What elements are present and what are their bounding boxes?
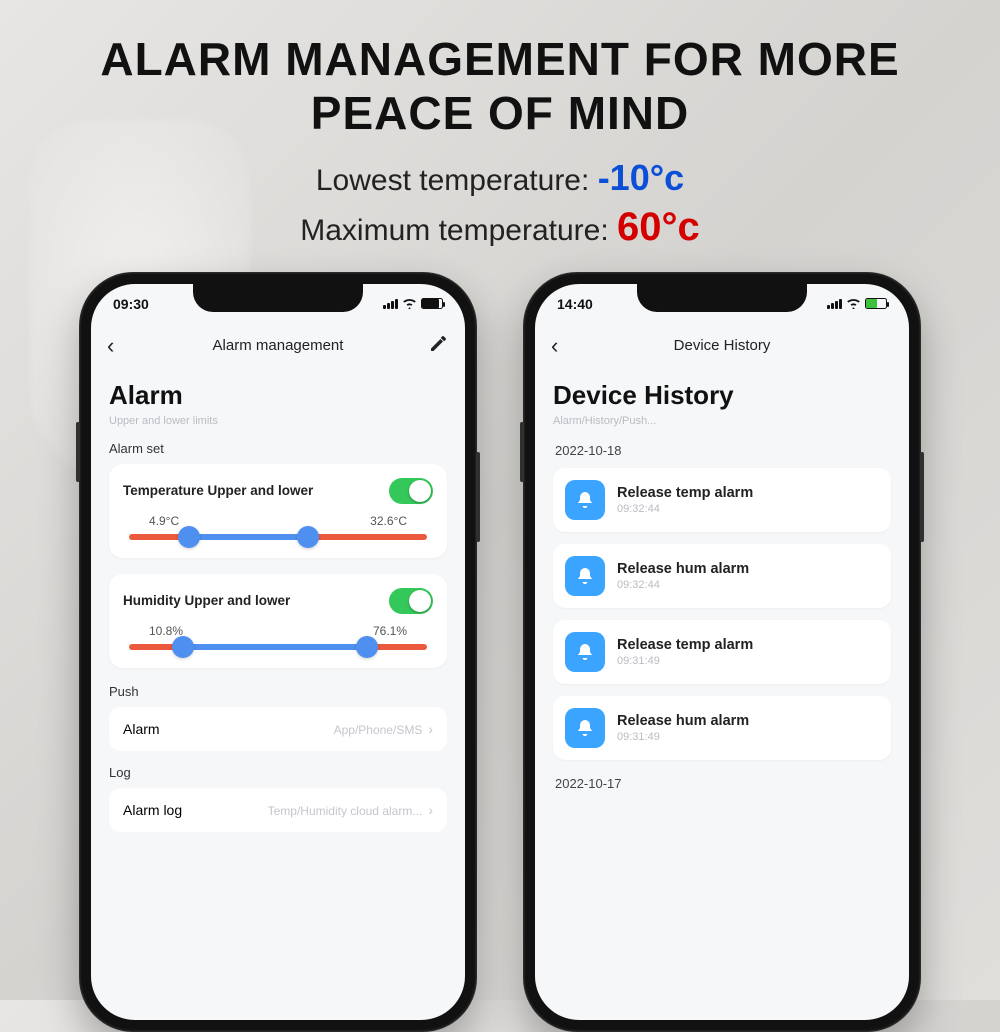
push-row-hint: App/Phone/SMS — [334, 723, 423, 737]
screen-title: Alarm — [109, 380, 447, 411]
history-item[interactable]: Release hum alarm 09:32:44 — [553, 544, 891, 608]
date-label: 2022-10-18 — [555, 443, 889, 458]
nav-title: Device History — [674, 337, 771, 354]
bell-icon — [565, 556, 605, 596]
status-time: 09:30 — [113, 296, 149, 312]
chevron-right-icon: › — [428, 721, 433, 737]
phone-history: 14:40 ‹ Device History Device History Al… — [523, 272, 921, 1032]
temp-thumb-low[interactable] — [178, 526, 200, 548]
wifi-icon — [846, 298, 861, 309]
history-item[interactable]: Release temp alarm 09:32:44 — [553, 468, 891, 532]
max-temp-label: Maximum temperature: — [300, 214, 608, 247]
phone-alarm: 09:30 ‹ Alarm management Alarm Upper and… — [79, 272, 477, 1032]
log-row-hint: Temp/Humidity cloud alarm... — [268, 804, 423, 818]
history-title: Release temp alarm — [617, 637, 753, 653]
chevron-right-icon: › — [428, 802, 433, 818]
temp-range-slider[interactable] — [129, 534, 427, 540]
notch — [637, 284, 807, 312]
wifi-icon — [402, 298, 417, 309]
max-temp-value: 60°c — [617, 205, 700, 249]
edit-icon[interactable] — [429, 335, 447, 357]
history-title: Release hum alarm — [617, 713, 749, 729]
push-label: Push — [109, 684, 447, 699]
screen-subtitle: Alarm/History/Push... — [553, 415, 891, 427]
hum-high-value: 76.1% — [373, 624, 407, 638]
bell-icon — [565, 708, 605, 748]
alarm-set-label: Alarm set — [109, 441, 447, 456]
temp-thumb-high[interactable] — [297, 526, 319, 548]
back-icon[interactable]: ‹ — [551, 333, 558, 359]
hum-range-slider[interactable] — [129, 644, 427, 650]
lowest-temp-label: Lowest temperature: — [316, 164, 589, 197]
history-time: 09:31:49 — [617, 731, 749, 743]
notch — [193, 284, 363, 312]
history-title: Release hum alarm — [617, 561, 749, 577]
temp-high-value: 32.6°C — [370, 514, 407, 528]
back-icon[interactable]: ‹ — [107, 333, 114, 359]
temp-low-value: 4.9°C — [149, 514, 179, 528]
log-label: Log — [109, 765, 447, 780]
lowest-temp-value: -10°c — [598, 157, 684, 198]
navbar: ‹ Alarm management — [91, 324, 465, 368]
hum-thumb-low[interactable] — [172, 636, 194, 658]
history-item[interactable]: Release temp alarm 09:31:49 — [553, 620, 891, 684]
bell-icon — [565, 632, 605, 672]
nav-title: Alarm management — [213, 337, 344, 354]
page-title: ALARM MANAGEMENT FOR MORE PEACE OF MIND — [0, 0, 1000, 151]
hum-toggle[interactable] — [389, 588, 433, 614]
history-title: Release temp alarm — [617, 485, 753, 501]
log-row-title: Alarm log — [123, 802, 182, 818]
signal-icon — [383, 299, 398, 309]
temperature-summary: Lowest temperature: -10°c Maximum temper… — [0, 157, 1000, 250]
humidity-card: Humidity Upper and lower 10.8% 76.1% — [109, 574, 447, 668]
battery-icon — [421, 298, 443, 309]
temperature-card: Temperature Upper and lower 4.9°C 32.6°C — [109, 464, 447, 558]
alarm-log-row[interactable]: Alarm log Temp/Humidity cloud alarm... › — [109, 788, 447, 832]
screen-subtitle: Upper and lower limits — [109, 415, 447, 427]
battery-charging-icon — [865, 298, 887, 309]
date-label: 2022-10-17 — [555, 776, 889, 791]
screen-title: Device History — [553, 380, 891, 411]
temp-card-title: Temperature Upper and lower — [123, 483, 313, 498]
history-item[interactable]: Release hum alarm 09:31:49 — [553, 696, 891, 760]
bell-icon — [565, 480, 605, 520]
hum-card-title: Humidity Upper and lower — [123, 593, 290, 608]
history-time: 09:32:44 — [617, 503, 753, 515]
history-time: 09:31:49 — [617, 655, 753, 667]
status-time: 14:40 — [557, 296, 593, 312]
temp-toggle[interactable] — [389, 478, 433, 504]
push-alarm-row[interactable]: Alarm App/Phone/SMS › — [109, 707, 447, 751]
history-time: 09:32:44 — [617, 579, 749, 591]
push-row-title: Alarm — [123, 721, 160, 737]
navbar: ‹ Device History — [535, 324, 909, 368]
signal-icon — [827, 299, 842, 309]
hum-thumb-high[interactable] — [356, 636, 378, 658]
